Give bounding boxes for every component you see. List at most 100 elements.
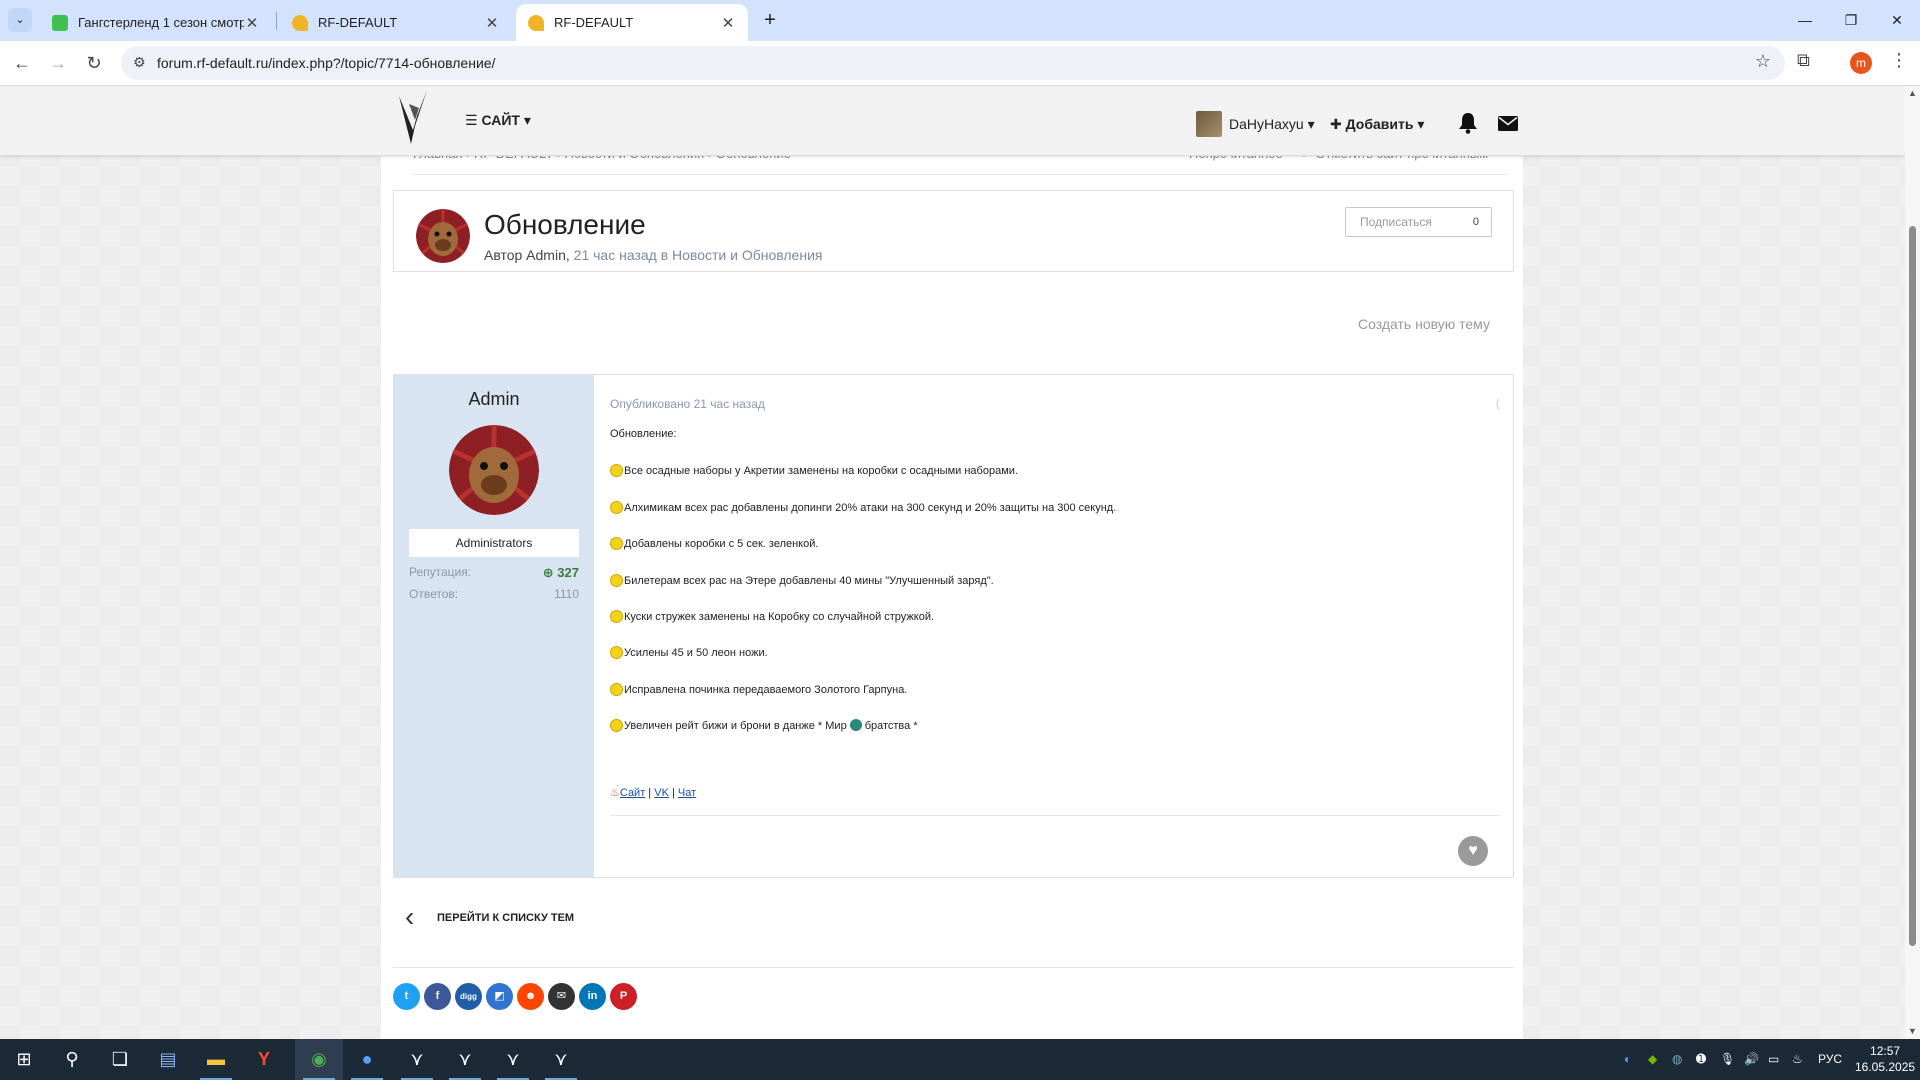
chevron-left-icon[interactable]: ‹ <box>405 903 414 931</box>
nvidia-icon[interactable]: ◆ <box>1648 1039 1657 1080</box>
delicious-icon[interactable]: ◩ <box>486 983 513 1010</box>
post-line: Добавлены коробки с 5 сек. зеленкой. <box>610 537 818 550</box>
tray-app-icon[interactable]: ◐ <box>1624 1039 1631 1080</box>
browser-tab-1[interactable]: Гангстерленд 1 сезон смотреть ✕ <box>40 4 272 41</box>
minimize-button[interactable]: — <box>1782 0 1828 41</box>
rf-client-icon[interactable]: ⋎ <box>537 1039 585 1080</box>
tab-close-icon[interactable]: ✕ <box>244 14 260 32</box>
site-logo-icon[interactable] <box>395 86 435 156</box>
rf-client-icon[interactable]: ⋎ <box>393 1039 441 1080</box>
profile-avatar[interactable]: m <box>1850 52 1872 74</box>
page-scrollbar[interactable]: ▲ ▼ <box>1905 86 1920 1039</box>
rf-client-icon[interactable]: ⋎ <box>441 1039 489 1080</box>
browser-tab-2[interactable]: RF-DEFAULT ✕ <box>280 4 512 41</box>
network-icon[interactable]: ▭ <box>1768 1039 1779 1080</box>
url-text[interactable]: forum.rf-default.ru/index.php?/topic/771… <box>157 55 495 71</box>
scroll-down-icon[interactable]: ▼ <box>1908 1026 1917 1036</box>
extensions-puzzle-icon[interactable]: ⧉ <box>1797 50 1810 71</box>
post-date[interactable]: Опубликовано 21 час назад <box>610 397 765 411</box>
tray-badge-icon[interactable]: ➊ <box>1696 1039 1706 1080</box>
system-clock[interactable]: 12:57 16.05.2025 <box>1855 1043 1915 1075</box>
rf-client-icon[interactable]: ⋎ <box>489 1039 537 1080</box>
user-avatar[interactable] <box>1196 111 1222 137</box>
author-avatar[interactable] <box>416 209 470 263</box>
close-window-button[interactable]: ✕ <box>1874 0 1920 41</box>
add-content-button[interactable]: ✚ Добавить ▾ <box>1330 116 1424 133</box>
like-heart-icon[interactable]: ♥ <box>1458 836 1488 866</box>
pinterest-icon[interactable]: P <box>610 983 637 1010</box>
reddit-icon[interactable]: ☻ <box>517 983 544 1010</box>
list-icon: ☰ <box>465 112 478 128</box>
tab-close-icon[interactable]: ✕ <box>484 14 500 32</box>
notifications-bell-icon[interactable] <box>1458 112 1478 134</box>
smiley-icon <box>610 610 623 623</box>
post-line: Исправлена починка передаваемого Золотог… <box>610 683 907 696</box>
file-explorer-icon[interactable]: ▬ <box>192 1039 240 1080</box>
tab-search-dropdown[interactable]: ⌄ <box>8 8 32 32</box>
smiley-icon <box>610 719 623 732</box>
topic-date-forum[interactable]: 21 час назад в Новости и Обновления <box>574 247 823 263</box>
restore-button[interactable]: ❐ <box>1828 0 1874 41</box>
subscribe-label: Подписаться <box>1360 215 1432 229</box>
site-menu-button[interactable]: ☰ САЙТ ▾ <box>465 112 531 129</box>
twitter-icon[interactable]: t <box>393 983 420 1010</box>
post-line: Все осадные наборы у Акретии заменены на… <box>610 464 1018 477</box>
language-indicator[interactable]: РУС <box>1818 1039 1842 1080</box>
rf-favicon-icon <box>528 14 544 31</box>
user-group-badge: Administrators <box>409 529 579 557</box>
windows-start-icon[interactable]: ⊞ <box>0 1039 48 1080</box>
post-author-avatar[interactable] <box>449 425 539 515</box>
create-topic-button[interactable]: Создать новую тему <box>1358 316 1490 332</box>
browser-menu-icon[interactable]: ⋮ <box>1890 50 1908 71</box>
user-menu[interactable]: DaHyHaxyu ▾ <box>1229 116 1315 133</box>
tab-close-icon[interactable]: ✕ <box>720 14 736 32</box>
search-icon[interactable]: ⚲ <box>48 1039 96 1080</box>
volume-icon[interactable]: 🔊 <box>1744 1039 1759 1080</box>
chat-link[interactable]: Чат <box>678 787 696 799</box>
forward-arrow-icon[interactable]: → <box>44 49 72 77</box>
steam-icon[interactable]: ♨ <box>1792 1039 1803 1080</box>
app-orb-icon[interactable]: ● <box>343 1039 391 1080</box>
browser-tab-3-active[interactable]: RF-DEFAULT ✕ <box>516 4 748 41</box>
email-icon[interactable]: ✉ <box>548 983 575 1010</box>
site-link[interactable]: Сайт <box>620 787 645 799</box>
share-icon[interactable]: ⟨ <box>1495 397 1500 411</box>
facebook-icon[interactable]: f <box>424 983 451 1010</box>
messages-envelope-icon[interactable] <box>1498 116 1518 131</box>
scrollbar-thumb[interactable] <box>1909 226 1916 946</box>
back-to-topics-link[interactable]: ПЕРЕЙТИ К СПИСКУ ТЕМ <box>437 912 574 924</box>
yandex-browser-icon[interactable]: Y <box>240 1039 288 1080</box>
page-title: Обновление <box>484 209 646 240</box>
chrome-icon[interactable]: ◉ <box>295 1039 343 1080</box>
forum-post: Admin Administrators Репутация: ⊕ 327 От… <box>393 374 1514 878</box>
author-prefix[interactable]: Автор Admin, <box>484 247 570 263</box>
answers-stat: Ответов: 1110 <box>409 587 579 601</box>
new-tab-button[interactable]: + <box>758 8 782 32</box>
back-arrow-icon[interactable]: ← <box>8 49 36 77</box>
reputation-stat: Репутация: ⊕ 327 <box>409 565 579 580</box>
microphone-icon[interactable]: 🎙 <box>1720 1039 1735 1080</box>
post-line: Билетерам всех рас на Этере добавлены 40… <box>610 574 994 587</box>
rf-favicon-icon <box>292 14 308 31</box>
divider <box>610 815 1500 816</box>
caret-down-icon: ▾ <box>523 112 531 128</box>
plus-icon: ✚ <box>1330 116 1342 132</box>
linkedin-icon[interactable]: in <box>579 983 606 1010</box>
windows-taskbar: ⊞ ⚲ ❏ ▤ ▬ Y ◉ ● ⋎ ⋎ ⋎ ⋎ ◐ ◆ ◍ ➊ 🎙 🔊 ▭ ♨ … <box>0 1039 1920 1080</box>
task-view-icon[interactable]: ❏ <box>96 1039 144 1080</box>
reload-icon[interactable]: ↻ <box>80 49 108 77</box>
bookmark-star-icon[interactable]: ☆ <box>1755 51 1771 72</box>
site-info-icon[interactable]: ⚙ <box>133 54 146 71</box>
tray-app-icon[interactable]: ◍ <box>1672 1039 1682 1080</box>
site-header: ☰ САЙТ ▾ DaHyHaxyu ▾ ✚ Добавить ▾ <box>0 86 1905 156</box>
subscribe-button[interactable]: Подписаться 0 <box>1345 207 1492 237</box>
browser-tab-strip: ⌄ Гангстерленд 1 сезон смотреть ✕ RF-DEF… <box>0 0 1920 41</box>
smiley-icon <box>610 464 623 477</box>
address-bar[interactable]: ⚙ forum.rf-default.ru/index.php?/topic/7… <box>121 46 1785 80</box>
digg-icon[interactable]: digg <box>455 983 482 1010</box>
post-author-name[interactable]: Admin <box>394 389 594 410</box>
vk-link[interactable]: VK <box>654 787 669 799</box>
post-author-panel: Admin Administrators Репутация: ⊕ 327 От… <box>394 375 594 877</box>
notepad-icon[interactable]: ▤ <box>144 1039 192 1080</box>
scroll-up-icon[interactable]: ▲ <box>1908 88 1917 98</box>
